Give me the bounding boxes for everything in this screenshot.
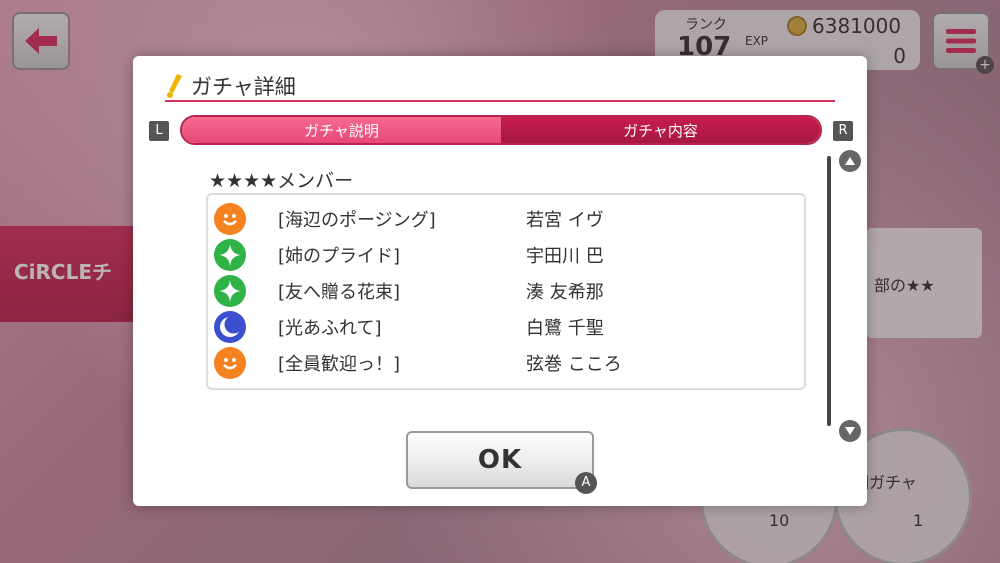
tab-left-key: L bbox=[149, 121, 169, 141]
cool-attribute-icon bbox=[214, 311, 246, 343]
gacha-detail-dialog: ガチャ詳細 L ガチャ説明 ガチャ内容 R ★★★★メンバー [海辺のポージング… bbox=[133, 56, 867, 506]
ok-key-hint: A bbox=[575, 472, 597, 494]
tab-label: ガチャ内容 bbox=[623, 121, 698, 140]
dialog-title-row: ガチャ詳細 bbox=[165, 72, 835, 102]
character-name: 湊 友希那 bbox=[526, 282, 604, 303]
ok-button[interactable]: OK bbox=[406, 431, 594, 489]
tab-gacha-contents[interactable]: ガチャ内容 bbox=[501, 117, 820, 143]
list-item: [海辺のポージング] 若宮 イヴ bbox=[208, 201, 804, 237]
title-marker-icon bbox=[167, 74, 182, 98]
chevron-down-icon bbox=[845, 427, 855, 435]
card-name: [海辺のポージング] bbox=[278, 210, 436, 231]
pure-attribute-icon bbox=[214, 239, 246, 271]
list-item: [全員歓迎っ！] 弦巻 こころ bbox=[208, 345, 804, 381]
card-name: [友へ贈る花束] bbox=[278, 282, 401, 303]
tab-right-key: R bbox=[833, 121, 853, 141]
list-item: [姉のプライド] 宇田川 巴 bbox=[208, 237, 804, 273]
tab-gacha-description[interactable]: ガチャ説明 bbox=[182, 117, 501, 143]
ok-label: OK bbox=[477, 445, 523, 475]
tab-label: ガチャ説明 bbox=[304, 121, 379, 140]
scroll-up-button[interactable] bbox=[839, 150, 861, 172]
scrollbar[interactable] bbox=[827, 156, 831, 426]
character-name: 弦巻 こころ bbox=[526, 354, 622, 375]
tab-bar: ガチャ説明 ガチャ内容 bbox=[180, 115, 822, 145]
character-name: 白鷺 千聖 bbox=[526, 318, 604, 339]
member-list: [海辺のポージング] 若宮 イヴ [姉のプライド] 宇田川 巴 [友へ贈る花束]… bbox=[206, 193, 806, 390]
character-name: 宇田川 巴 bbox=[526, 246, 604, 267]
card-name: [全員歓迎っ！] bbox=[278, 354, 401, 375]
list-item: [光あふれて] 白鷺 千聖 bbox=[208, 309, 804, 345]
chevron-up-icon bbox=[845, 157, 855, 165]
happy-attribute-icon bbox=[214, 203, 246, 235]
card-name: [光あふれて] bbox=[278, 318, 382, 339]
character-name: 若宮 イヴ bbox=[526, 210, 604, 231]
happy-attribute-icon bbox=[214, 347, 246, 379]
dialog-title: ガチャ詳細 bbox=[191, 75, 296, 99]
card-name: [姉のプライド] bbox=[278, 246, 401, 267]
list-item: [友へ贈る花束] 湊 友希那 bbox=[208, 273, 804, 309]
section-title: ★★★★メンバー bbox=[209, 170, 354, 192]
scroll-down-button[interactable] bbox=[839, 420, 861, 442]
pure-attribute-icon bbox=[214, 275, 246, 307]
